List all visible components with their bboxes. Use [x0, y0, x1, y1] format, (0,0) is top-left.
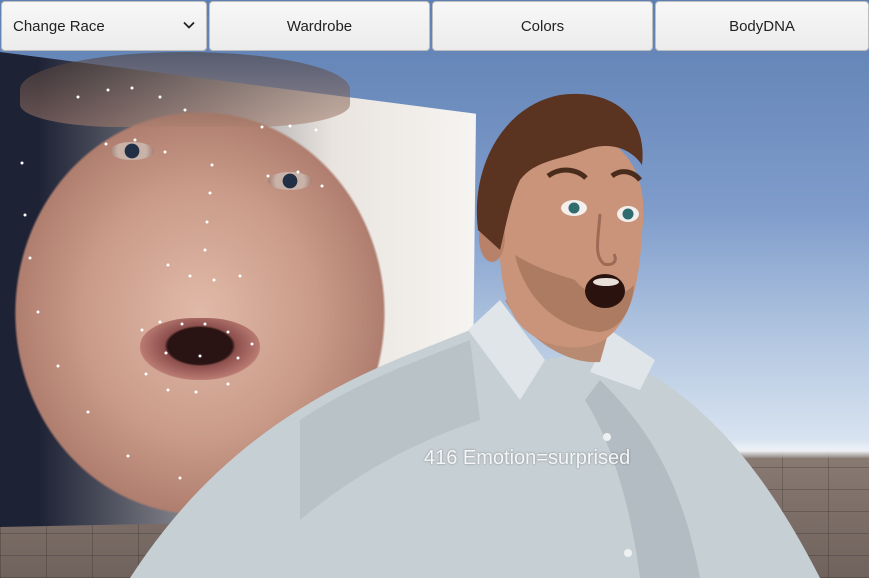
colors-button[interactable]: Colors [432, 1, 653, 51]
change-race-label: Change Race [13, 17, 105, 35]
bodydna-button[interactable]: BodyDNA [655, 1, 869, 51]
chevron-down-icon [183, 21, 195, 29]
change-race-dropdown[interactable]: Change Race [1, 1, 207, 51]
emotion-readout: 416 Emotion=surprised [424, 447, 631, 469]
top-toolbar: Change Race Wardrobe Colors BodyDNA [0, 0, 869, 53]
wardrobe-button[interactable]: Wardrobe [209, 1, 430, 51]
colors-label: Colors [520, 17, 565, 35]
avatar-3d-character [130, 93, 820, 578]
wardrobe-label: Wardrobe [286, 17, 353, 35]
bodydna-label: BodyDNA [729, 17, 795, 35]
